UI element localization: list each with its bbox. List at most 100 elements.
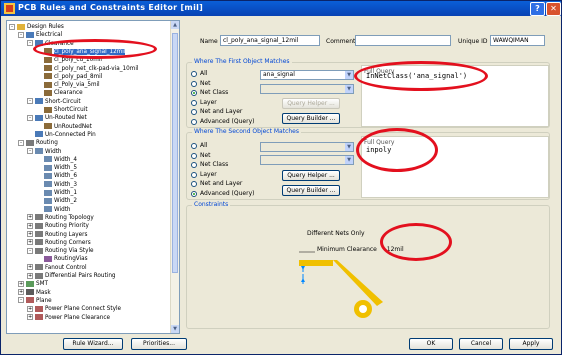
tree-item[interactable]: - Design Rules: [9, 23, 64, 31]
tree-item[interactable]: - Short-Circuit: [27, 98, 81, 106]
radio-label: Advanced (Query): [200, 189, 255, 197]
collapse-icon[interactable]: -: [27, 40, 33, 47]
tree-item[interactable]: Width_5: [36, 164, 77, 172]
collapse-icon[interactable]: -: [18, 297, 24, 304]
help-icon[interactable]: ?: [530, 2, 545, 16]
expand-icon[interactable]: +: [18, 289, 24, 296]
comment-field[interactable]: [355, 35, 451, 46]
query-builder-button[interactable]: Query Builder ...: [282, 113, 340, 124]
tree-item[interactable]: Width_2: [36, 197, 77, 205]
tree-item[interactable]: + Routing Priority: [27, 222, 89, 230]
tree-item[interactable]: - Un-Routed Net: [27, 114, 87, 122]
expand-icon[interactable]: +: [27, 214, 33, 221]
tree-item[interactable]: Width_1: [36, 189, 77, 197]
tree-item[interactable]: + SMT: [18, 280, 48, 288]
annotation-oval: [380, 223, 452, 261]
radio-net-class[interactable]: [191, 162, 197, 168]
close-icon[interactable]: ✕: [546, 2, 561, 16]
tree-item[interactable]: + Routing Layers: [27, 231, 87, 239]
radio-advanced-query[interactable]: [191, 190, 197, 197]
tree-item[interactable]: + Routing Topology: [27, 214, 94, 222]
scroll-up-icon[interactable]: ▲: [171, 21, 179, 29]
radio-advanced-query[interactable]: [191, 118, 197, 125]
tree-item[interactable]: - Plane: [18, 297, 52, 305]
tree-item[interactable]: Width_6: [36, 172, 77, 180]
tree-item[interactable]: cl_Poly_via_5mil: [36, 81, 100, 89]
collapse-icon[interactable]: -: [27, 114, 33, 121]
tree-item[interactable]: Width_3: [36, 181, 77, 189]
cancel-button[interactable]: Cancel: [459, 338, 503, 350]
tree-item[interactable]: Un-Connected Pin: [27, 131, 96, 139]
collapse-icon[interactable]: -: [27, 98, 33, 105]
radio-all[interactable]: [191, 71, 197, 77]
priorities-button[interactable]: Priorities...: [131, 338, 187, 350]
tree-item[interactable]: cl_poly_net_clk-pad-via_10mil: [36, 65, 138, 73]
query-builder-button[interactable]: Query Builder ...: [282, 185, 340, 196]
tree-item-label: Routing Corners: [45, 239, 91, 246]
expand-icon[interactable]: +: [27, 314, 33, 320]
radio-label: Net and Layer: [200, 108, 243, 115]
radio-label: Net Class: [200, 89, 229, 96]
rule-wizard-button[interactable]: Rule Wizard...: [63, 338, 123, 350]
expand-icon[interactable]: +: [27, 272, 33, 279]
tree-item-label: RoutingVias: [54, 256, 88, 263]
collapse-icon[interactable]: -: [18, 31, 24, 38]
rule-tree[interactable]: - Design Rules - Electrical - Clearance cl_pol…: [6, 20, 180, 334]
radio-net[interactable]: [191, 80, 197, 87]
radio-layer[interactable]: [191, 171, 197, 178]
tree-item[interactable]: + Fanout Control: [27, 264, 87, 272]
radio-net-class[interactable]: [191, 90, 197, 96]
tree-item[interactable]: Width_4: [36, 156, 77, 164]
apply-button[interactable]: Apply: [509, 338, 553, 350]
tree-item[interactable]: RoutingVias: [36, 255, 88, 263]
routing-icon: [35, 272, 43, 279]
tree-item[interactable]: cl_poly_pad_8mil: [36, 73, 102, 81]
collapse-icon[interactable]: -: [9, 23, 15, 30]
collapse-icon[interactable]: -: [27, 247, 33, 254]
tree-item[interactable]: UnRoutedNet: [36, 123, 92, 131]
title-bar[interactable]: PCB Rules and Constraints Editor [mil] ?…: [1, 1, 561, 16]
query-helper-button[interactable]: Query Helper ...: [282, 98, 340, 109]
expand-icon[interactable]: +: [27, 239, 33, 246]
radio-net[interactable]: [191, 152, 197, 159]
clearance-icon: [44, 106, 52, 113]
nets-mode-label: Different Nets Only: [307, 230, 365, 237]
radio-layer[interactable]: [191, 99, 197, 106]
expand-icon[interactable]: +: [18, 280, 24, 287]
tree-item[interactable]: + Differential Pairs Routing: [27, 272, 116, 280]
tree-item[interactable]: - Routing Via Style: [27, 247, 94, 255]
collapse-icon[interactable]: -: [27, 148, 33, 154]
radio-all[interactable]: [191, 143, 197, 149]
rules-editor-window: PCB Rules and Constraints Editor [mil] ?…: [0, 0, 562, 355]
mask-icon: [26, 289, 34, 296]
tree-item[interactable]: + Mask: [18, 289, 51, 297]
tree-item[interactable]: Width: [36, 206, 71, 214]
tree-item[interactable]: Clearance: [36, 89, 83, 97]
width-icon: [44, 189, 52, 196]
ok-button[interactable]: OK: [409, 338, 453, 350]
radio-net-and-layer[interactable]: [191, 181, 197, 187]
radio-label: All: [200, 70, 208, 77]
expand-icon[interactable]: +: [27, 264, 33, 271]
tree-item[interactable]: - Width: [27, 148, 62, 156]
collapse-icon[interactable]: -: [18, 139, 24, 146]
tree-item[interactable]: + Power Plane Clearance: [27, 314, 110, 322]
tree-item-label: Power Plane Clearance: [45, 314, 111, 321]
query-helper-button[interactable]: Query Helper ...: [282, 170, 340, 181]
scroll-thumb[interactable]: [172, 33, 178, 273]
expand-icon[interactable]: +: [27, 222, 33, 229]
tree-item[interactable]: + Routing Corners: [27, 239, 91, 247]
width-icon: [44, 164, 52, 171]
net-class-combo[interactable]: ana_signal ▼: [260, 70, 354, 80]
tree-item[interactable]: ShortCircuit: [36, 106, 88, 114]
tree-scrollbar[interactable]: ▲ ▼: [170, 21, 179, 333]
expand-icon[interactable]: +: [27, 305, 33, 312]
tree-item[interactable]: + Power Plane Connect Style: [27, 305, 121, 313]
tree-item[interactable]: - Electrical: [18, 31, 62, 39]
radio-net-and-layer[interactable]: [191, 109, 197, 115]
name-field[interactable]: cl_poly_ana_signal_12mil: [220, 35, 320, 46]
scroll-down-icon[interactable]: ▼: [171, 325, 179, 333]
unique-id-field[interactable]: WAWQIMAN: [490, 35, 545, 46]
expand-icon[interactable]: +: [27, 231, 33, 237]
tree-item[interactable]: - Routing: [18, 139, 58, 147]
